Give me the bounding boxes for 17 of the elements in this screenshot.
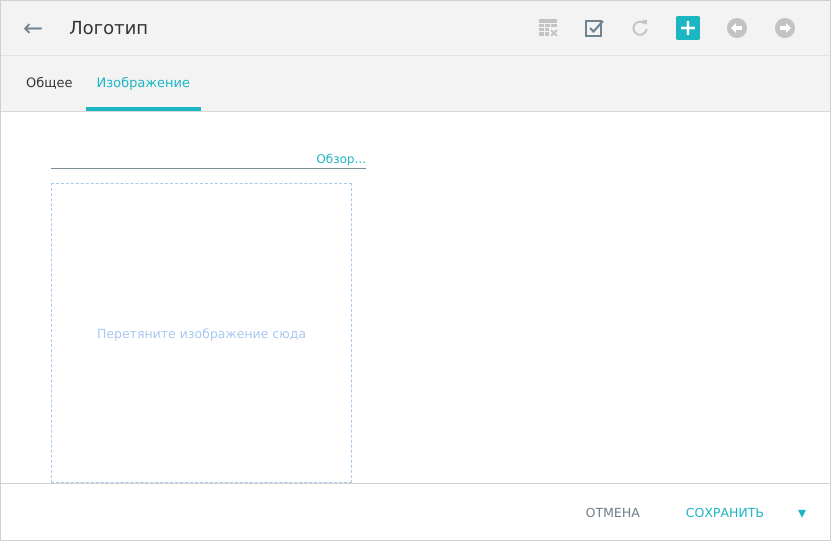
back-button[interactable]: ←: [23, 14, 44, 42]
add-icon: [676, 16, 700, 40]
refresh-icon: [630, 18, 650, 38]
tab[interactable]: Общее: [15, 56, 84, 111]
browse-link[interactable]: Обзор...: [316, 152, 366, 168]
drop-hint: Перетяните изображение сюда: [96, 326, 306, 340]
window-title: Логотип: [69, 18, 150, 38]
table-delete-icon: [538, 18, 558, 38]
check-button[interactable]: [584, 18, 604, 38]
file-path-field[interactable]: Обзор...: [51, 146, 366, 169]
tab[interactable]: Изображение: [86, 56, 201, 111]
add-button[interactable]: [676, 16, 700, 40]
image-drop-zone[interactable]: Перетяните изображение сюда: [51, 183, 352, 483]
checkbox-icon: [584, 18, 604, 38]
dropdown-button[interactable]: ▾: [794, 502, 810, 522]
save-button[interactable]: СОХРАНИТЬ: [670, 498, 780, 526]
cancel-button[interactable]: ОТМЕНА: [570, 498, 656, 526]
